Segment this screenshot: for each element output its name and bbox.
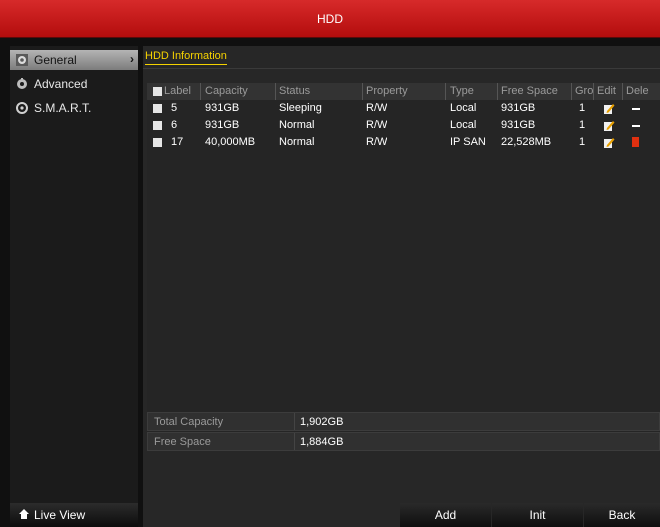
- total-capacity-label: Total Capacity: [154, 416, 224, 428]
- column-header[interactable]: Status: [279, 83, 363, 100]
- cell-property: R/W: [366, 136, 388, 148]
- sidebar-item-label: S.M.A.R.T.: [34, 101, 92, 115]
- free-space-row: Free Space 1,884GB: [147, 432, 660, 451]
- cell-type: Local: [450, 102, 477, 114]
- gear-icon: [16, 54, 28, 66]
- cell-label: 5: [171, 102, 178, 114]
- cell-group: 1: [579, 102, 586, 114]
- cell-status: Normal: [279, 136, 315, 148]
- cell-status: Sleeping: [279, 102, 322, 114]
- column-header[interactable]: Edit: [597, 83, 623, 100]
- cell-property: R/W: [366, 102, 388, 114]
- cell-capacity: 931GB: [205, 102, 240, 114]
- sidebar-item-general[interactable]: General ›: [10, 50, 138, 70]
- edit-icon[interactable]: [603, 136, 615, 148]
- table-row[interactable]: 5 931GB Sleeping R/W Local 931GB 1: [147, 100, 660, 117]
- sidebar-item-label: General: [34, 53, 77, 67]
- column-header[interactable]: Property: [366, 83, 446, 100]
- divider: [294, 433, 295, 450]
- add-button[interactable]: Add: [400, 503, 491, 527]
- advanced-gear-icon: [16, 78, 28, 90]
- tab-divider: [143, 68, 660, 69]
- total-capacity-row: Total Capacity 1,902GB: [147, 412, 660, 431]
- cell-group: 1: [579, 119, 586, 131]
- cell-capacity: 931GB: [205, 119, 240, 131]
- column-header[interactable]: Type: [450, 83, 498, 100]
- sidebar-item-advanced[interactable]: Advanced: [10, 74, 138, 94]
- table-header: Label Capacity Status Property Type Free…: [147, 83, 660, 100]
- cell-free-space: 22,528MB: [501, 136, 552, 148]
- table-row[interactable]: 17 40,000MB Normal R/W IP SAN 22,528MB 1: [147, 134, 660, 151]
- cell-group: 1: [579, 136, 586, 148]
- total-capacity-value: 1,902GB: [300, 416, 344, 428]
- cell-capacity: 40,000MB: [205, 136, 256, 148]
- chevron-right-icon: ›: [130, 52, 134, 66]
- cell-property: R/W: [366, 119, 388, 131]
- delete-icon[interactable]: [632, 137, 639, 147]
- row-checkbox[interactable]: [153, 138, 162, 147]
- free-space-value: 1,884GB: [300, 436, 344, 448]
- column-header[interactable]: Dele: [626, 83, 656, 100]
- select-all-checkbox[interactable]: [153, 87, 162, 96]
- cell-status: Normal: [279, 119, 315, 131]
- sidebar-item-label: Advanced: [34, 77, 88, 91]
- no-delete-dash: [632, 125, 640, 127]
- divider: [294, 413, 295, 430]
- sidebar: General › Advanced S.M.A.R.T.: [10, 46, 138, 527]
- column-header[interactable]: Gro: [575, 83, 594, 100]
- tab-hdd-information[interactable]: HDD Information: [145, 50, 227, 65]
- window-title: HDD: [0, 0, 660, 38]
- init-button[interactable]: Init: [492, 503, 583, 527]
- cell-label: 6: [171, 119, 178, 131]
- cell-free-space: 931GB: [501, 119, 536, 131]
- column-header[interactable]: Label: [164, 83, 201, 100]
- hdd-table: Label Capacity Status Property Type Free…: [147, 83, 660, 438]
- cell-type: IP SAN: [450, 136, 486, 148]
- column-header[interactable]: Capacity: [205, 83, 276, 100]
- edit-icon[interactable]: [603, 102, 615, 114]
- home-icon: [18, 508, 30, 523]
- column-header[interactable]: Free Space: [501, 83, 572, 100]
- cell-free-space: 931GB: [501, 102, 536, 114]
- no-delete-dash: [632, 108, 640, 110]
- main-panel: HDD Information Label Capacity Status Pr…: [143, 46, 660, 527]
- table-row[interactable]: 6 931GB Normal R/W Local 931GB 1: [147, 117, 660, 134]
- back-button[interactable]: Back: [584, 503, 660, 527]
- row-checkbox[interactable]: [153, 121, 162, 130]
- free-space-label: Free Space: [154, 436, 211, 448]
- live-view-button[interactable]: Live View: [10, 503, 138, 527]
- smart-icon: [16, 102, 28, 114]
- live-view-label: Live View: [34, 508, 86, 522]
- cell-label: 17: [171, 136, 184, 148]
- cell-type: Local: [450, 119, 477, 131]
- sidebar-item-smart[interactable]: S.M.A.R.T.: [10, 98, 138, 118]
- edit-icon[interactable]: [603, 119, 615, 131]
- row-checkbox[interactable]: [153, 104, 162, 113]
